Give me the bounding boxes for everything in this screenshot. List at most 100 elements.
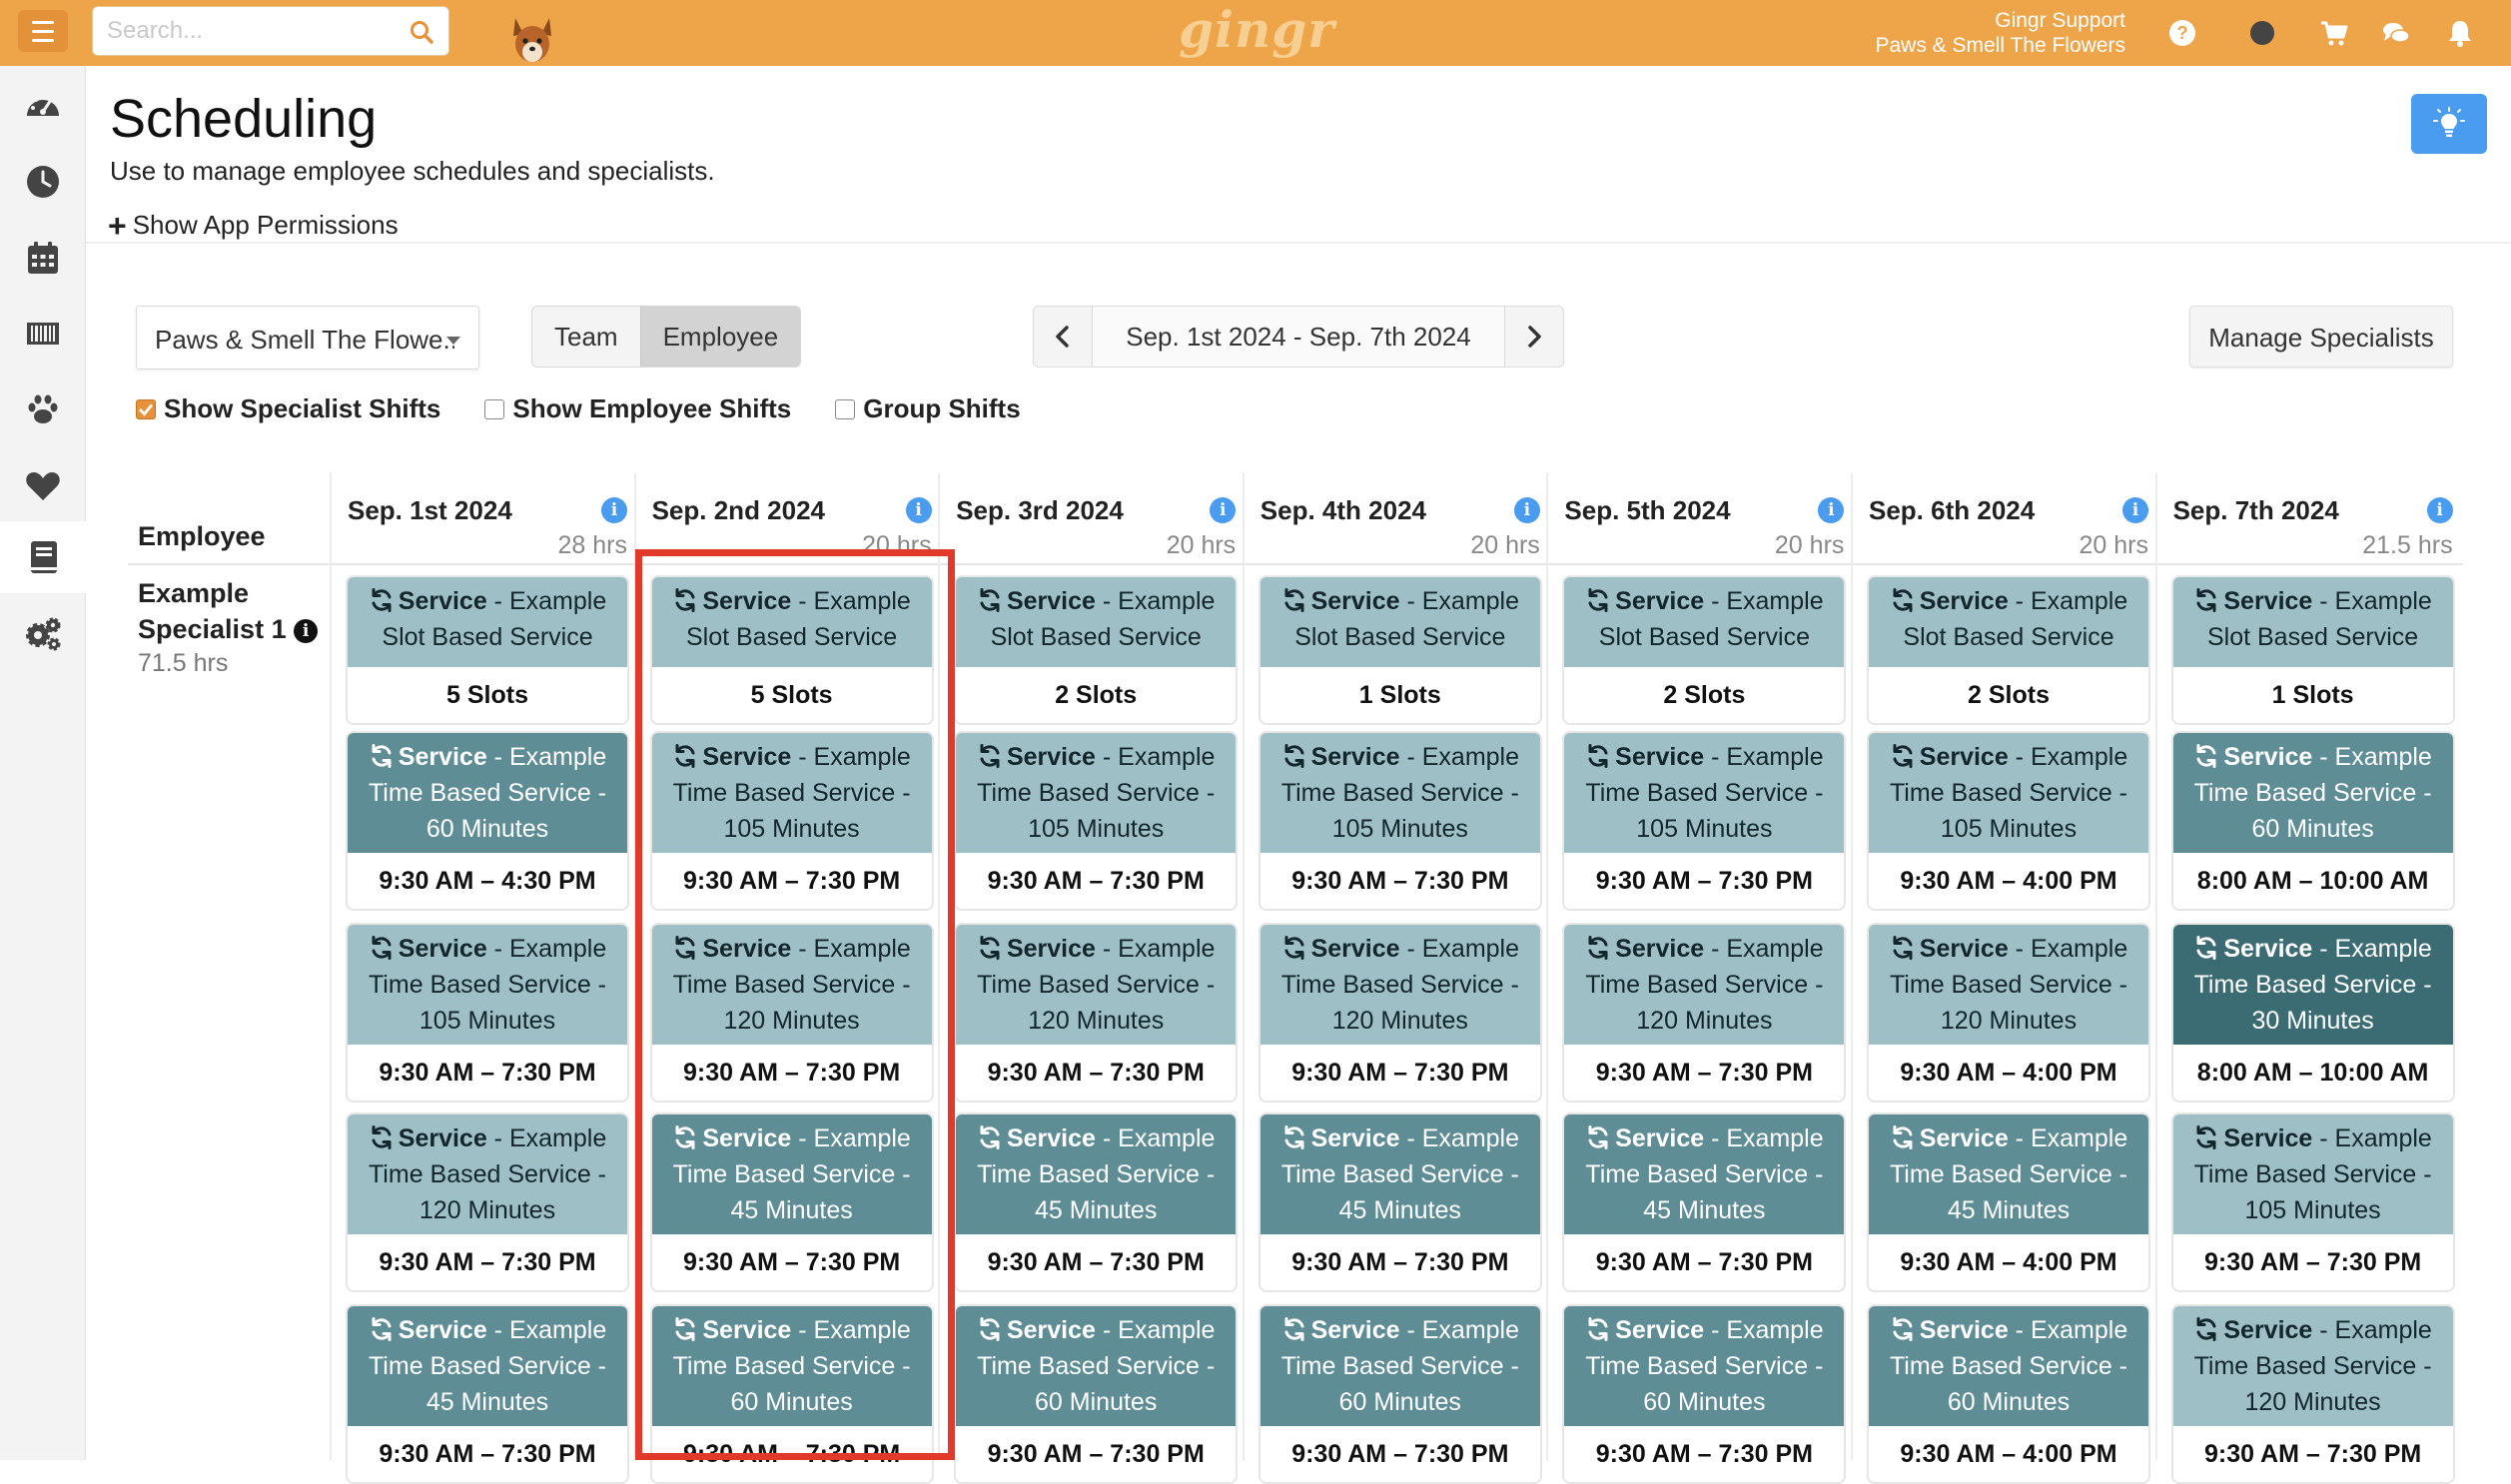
checkbox-unchecked-icon[interactable]	[484, 398, 505, 419]
shift-card[interactable]: Service - Example Slot Based Service 2 Slo…	[1867, 575, 2150, 725]
shift-card[interactable]: Service - Example Time Based Service - 120…	[1867, 923, 2150, 1103]
shift-card[interactable]: Service - Example Time Based Service - 45 …	[954, 1113, 1239, 1292]
shift-card[interactable]: Service - Example Time Based Service - 120…	[954, 923, 1239, 1103]
service-duration: 45 Minutes	[1035, 1196, 1158, 1224]
service-duration: 60 Minutes	[2251, 815, 2374, 843]
shift-card[interactable]: Service - Example Time Based Service - 120…	[1257, 923, 1542, 1103]
previous-week-button[interactable]	[1034, 307, 1092, 367]
status-dot-icon[interactable]	[2247, 18, 2277, 48]
show-specialist-shifts-checkbox[interactable]: Show Specialist Shifts	[136, 393, 440, 424]
sidebar-item-reports[interactable]	[0, 521, 86, 593]
service-label: Service	[1919, 587, 2009, 615]
day-header: Sep. 3rd 2024 i 20 hrs	[948, 483, 1238, 559]
info-icon[interactable]: i	[1210, 497, 1237, 523]
shift-card[interactable]: Service - Example Time Based Service - 60 …	[1562, 1304, 1847, 1484]
info-icon[interactable]: i	[601, 497, 627, 523]
shift-card[interactable]: Service - Example Slot Based Service 2 Slo…	[1562, 575, 1847, 725]
refresh-icon	[2193, 743, 2219, 769]
shift-card[interactable]: Service - Example Slot Based Service 5 Slo…	[346, 575, 629, 725]
team-view-button[interactable]: Team	[532, 307, 640, 367]
shift-card[interactable]: Service - Example Time Based Service - 60 …	[954, 1304, 1239, 1484]
checkbox-unchecked-icon[interactable]	[835, 398, 856, 419]
shift-card[interactable]: Service - Example Time Based Service - 60 …	[346, 731, 629, 911]
service-name: Time Based Service -	[1280, 1352, 1519, 1380]
search-icon[interactable]	[409, 19, 434, 45]
service-name: Time Based Service -	[977, 779, 1216, 807]
group-shifts-checkbox[interactable]: Group Shifts	[835, 393, 1021, 424]
shift-card[interactable]: Service - Example Time Based Service - 60 …	[2170, 731, 2455, 911]
book-icon	[31, 541, 57, 573]
sidebar-item-pets[interactable]	[0, 373, 86, 445]
date-range-label[interactable]: Sep. 1st 2024 - Sep. 7th 2024	[1092, 307, 1505, 367]
info-icon[interactable]: i	[1513, 497, 1540, 523]
shift-card-time: 9:30 AM – 7:30 PM	[348, 1045, 627, 1101]
refresh-icon	[1890, 1124, 1916, 1150]
employee-view-button[interactable]: Employee	[639, 307, 801, 367]
refresh-icon	[369, 935, 395, 961]
hamburger-menu-button[interactable]	[18, 10, 68, 52]
shift-card[interactable]: Service - Example Time Based Service - 105…	[346, 923, 629, 1103]
shift-card[interactable]: Service - Example Time Based Service - 120…	[2170, 1304, 2455, 1484]
location-select[interactable]: Paws & Smell The Flowe...	[136, 306, 479, 370]
shift-card[interactable]: Service - Example Time Based Service - 60 …	[1257, 1304, 1542, 1484]
checkbox-checked-icon[interactable]	[136, 398, 156, 419]
sidebar-item-time-clock[interactable]	[0, 146, 86, 218]
service-duration: 60 Minutes	[1035, 1388, 1158, 1416]
shift-card-service: Service - Example Slot Based Service	[956, 577, 1237, 667]
shift-card[interactable]: Service - Example Time Based Service - 45 …	[346, 1304, 629, 1484]
sidebar-item-dashboard[interactable]	[0, 70, 86, 142]
manage-specialists-button[interactable]: Manage Specialists	[2189, 306, 2453, 368]
info-icon[interactable]: i	[2122, 497, 2148, 523]
service-label: Service	[1615, 935, 1705, 963]
shift-card[interactable]: Service - Example Slot Based Service 2 Slo…	[954, 575, 1239, 725]
shift-card[interactable]: Service - Example Time Based Service - 105…	[2170, 1113, 2455, 1292]
shift-card[interactable]: Service - Example Time Based Service - 45 …	[1867, 1113, 2150, 1292]
info-icon[interactable]: i	[1818, 497, 1845, 523]
service-name: Time Based Service -	[368, 971, 607, 999]
shift-card[interactable]: Service - Example Time Based Service - 45 …	[1257, 1113, 1542, 1292]
service-label: Service	[1919, 1316, 2009, 1344]
info-icon[interactable]: i	[905, 497, 932, 523]
sidebar-item-settings[interactable]	[0, 597, 86, 669]
shift-card[interactable]: Service - Example Time Based Service - 60 …	[1867, 1304, 2150, 1484]
refresh-icon	[1281, 1124, 1307, 1150]
service-name: Time Based Service -	[1585, 971, 1824, 999]
info-icon[interactable]: i	[2426, 497, 2453, 523]
tips-button[interactable]	[2411, 94, 2487, 154]
search-input[interactable]	[107, 7, 407, 55]
service-label: Service	[2223, 1124, 2313, 1152]
shift-card[interactable]: Service - Example Slot Based Service 1 Slo…	[1257, 575, 1542, 725]
info-icon[interactable]: i	[294, 618, 319, 643]
shift-card-time: 2 Slots	[956, 667, 1237, 723]
shift-card[interactable]: Service - Example Time Based Service - 30 …	[2170, 923, 2455, 1103]
bell-icon[interactable]	[2445, 18, 2475, 48]
shift-card-service: Service - Example Time Based Service - 60 …	[348, 733, 627, 853]
service-prefix: - Example	[1704, 1124, 1824, 1152]
show-employee-shifts-checkbox[interactable]: Show Employee Shifts	[484, 393, 791, 424]
shift-card-service: Service - Example Slot Based Service	[2172, 577, 2453, 667]
shift-card[interactable]: Service - Example Time Based Service - 105…	[1257, 731, 1542, 911]
next-week-button[interactable]	[1505, 307, 1563, 367]
shift-card[interactable]: Service - Example Time Based Service - 120…	[346, 1113, 629, 1292]
barcode-icon	[27, 323, 59, 345]
sidebar-item-calendar[interactable]	[0, 222, 86, 294]
sidebar-item-barcode[interactable]	[0, 298, 86, 370]
day-header: Sep. 5th 2024 i 20 hrs	[1556, 483, 1846, 559]
employee-name[interactable]: Example Specialist 1 i	[138, 575, 338, 647]
help-icon[interactable]: ?	[2167, 18, 2197, 48]
show-employee-shifts-label: Show Employee Shifts	[512, 393, 792, 423]
clock-icon	[27, 166, 59, 198]
cart-icon[interactable]	[2319, 18, 2349, 48]
chat-icon[interactable]	[2381, 18, 2411, 48]
shift-card[interactable]: Service - Example Time Based Service - 105…	[954, 731, 1239, 911]
shift-card[interactable]: Service - Example Time Based Service - 120…	[1562, 923, 1847, 1103]
show-app-permissions-link[interactable]: + Show App Permissions	[108, 210, 399, 242]
shift-card[interactable]: Service - Example Time Based Service - 45 …	[1562, 1113, 1847, 1292]
refresh-icon	[1585, 1124, 1611, 1150]
shift-card[interactable]: Service - Example Slot Based Service 1 Slo…	[2170, 575, 2455, 725]
service-prefix: - Example	[1095, 587, 1216, 615]
sidebar-item-favorites[interactable]	[0, 449, 86, 521]
account-info[interactable]: Gingr Support Paws & Smell The Flowers	[1875, 8, 2125, 58]
shift-card[interactable]: Service - Example Time Based Service - 105…	[1867, 731, 2150, 911]
shift-card[interactable]: Service - Example Time Based Service - 105…	[1562, 731, 1847, 911]
